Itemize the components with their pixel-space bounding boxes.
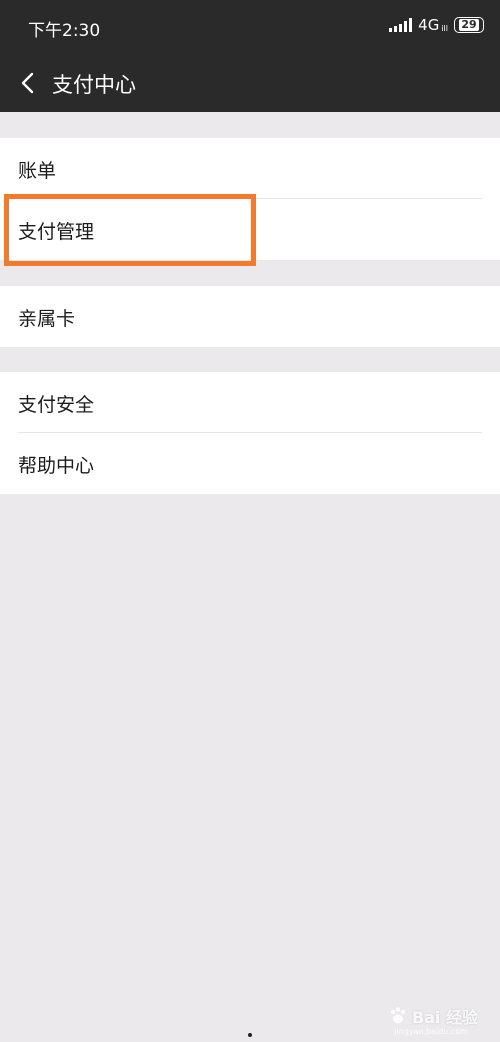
status-time: 下午2:30 — [28, 21, 101, 41]
menu-item-bill[interactable]: 账单 — [0, 138, 500, 199]
menu-item-label: 帮助中心 — [18, 455, 95, 477]
status-bar: 下午2:30 4G ill 29 — [0, 0, 500, 55]
chevron-left-icon[interactable] — [18, 71, 40, 95]
menu-item-payment-management[interactable]: 支付管理 — [0, 199, 500, 260]
page-title: 支付中心 — [52, 73, 136, 97]
menu-item-family-card[interactable]: 亲属卡 — [0, 286, 500, 347]
menu-item-help-center[interactable]: 帮助中心 — [0, 433, 500, 494]
menu-group-1: 账单 支付管理 — [0, 138, 500, 260]
menu-item-label: 支付管理 — [18, 221, 95, 243]
network-sub-label: ill — [441, 23, 448, 33]
home-indicator — [248, 1033, 252, 1037]
battery-icon: 29 — [454, 17, 484, 33]
watermark-logo: Bai 经验 — [388, 1004, 478, 1028]
menu-item-payment-security[interactable]: 支付安全 — [0, 372, 500, 433]
network-label: 4G — [418, 16, 440, 34]
menu-group-2: 亲属卡 — [0, 286, 500, 347]
battery-level: 29 — [459, 18, 479, 31]
menu-group-3: 支付安全 帮助中心 — [0, 372, 500, 494]
paw-icon — [390, 1007, 406, 1024]
watermark-sub: jingyan.baidu.com — [394, 1027, 468, 1036]
signal-icon — [389, 18, 413, 32]
menu-item-label: 亲属卡 — [18, 308, 76, 330]
menu-item-label: 账单 — [18, 160, 57, 182]
status-indicators: 4G ill 29 — [389, 16, 484, 34]
nav-bar: 支付中心 — [0, 55, 500, 112]
watermark-text: Bai 经验 — [411, 1008, 478, 1027]
menu-item-label: 支付安全 — [18, 394, 95, 416]
